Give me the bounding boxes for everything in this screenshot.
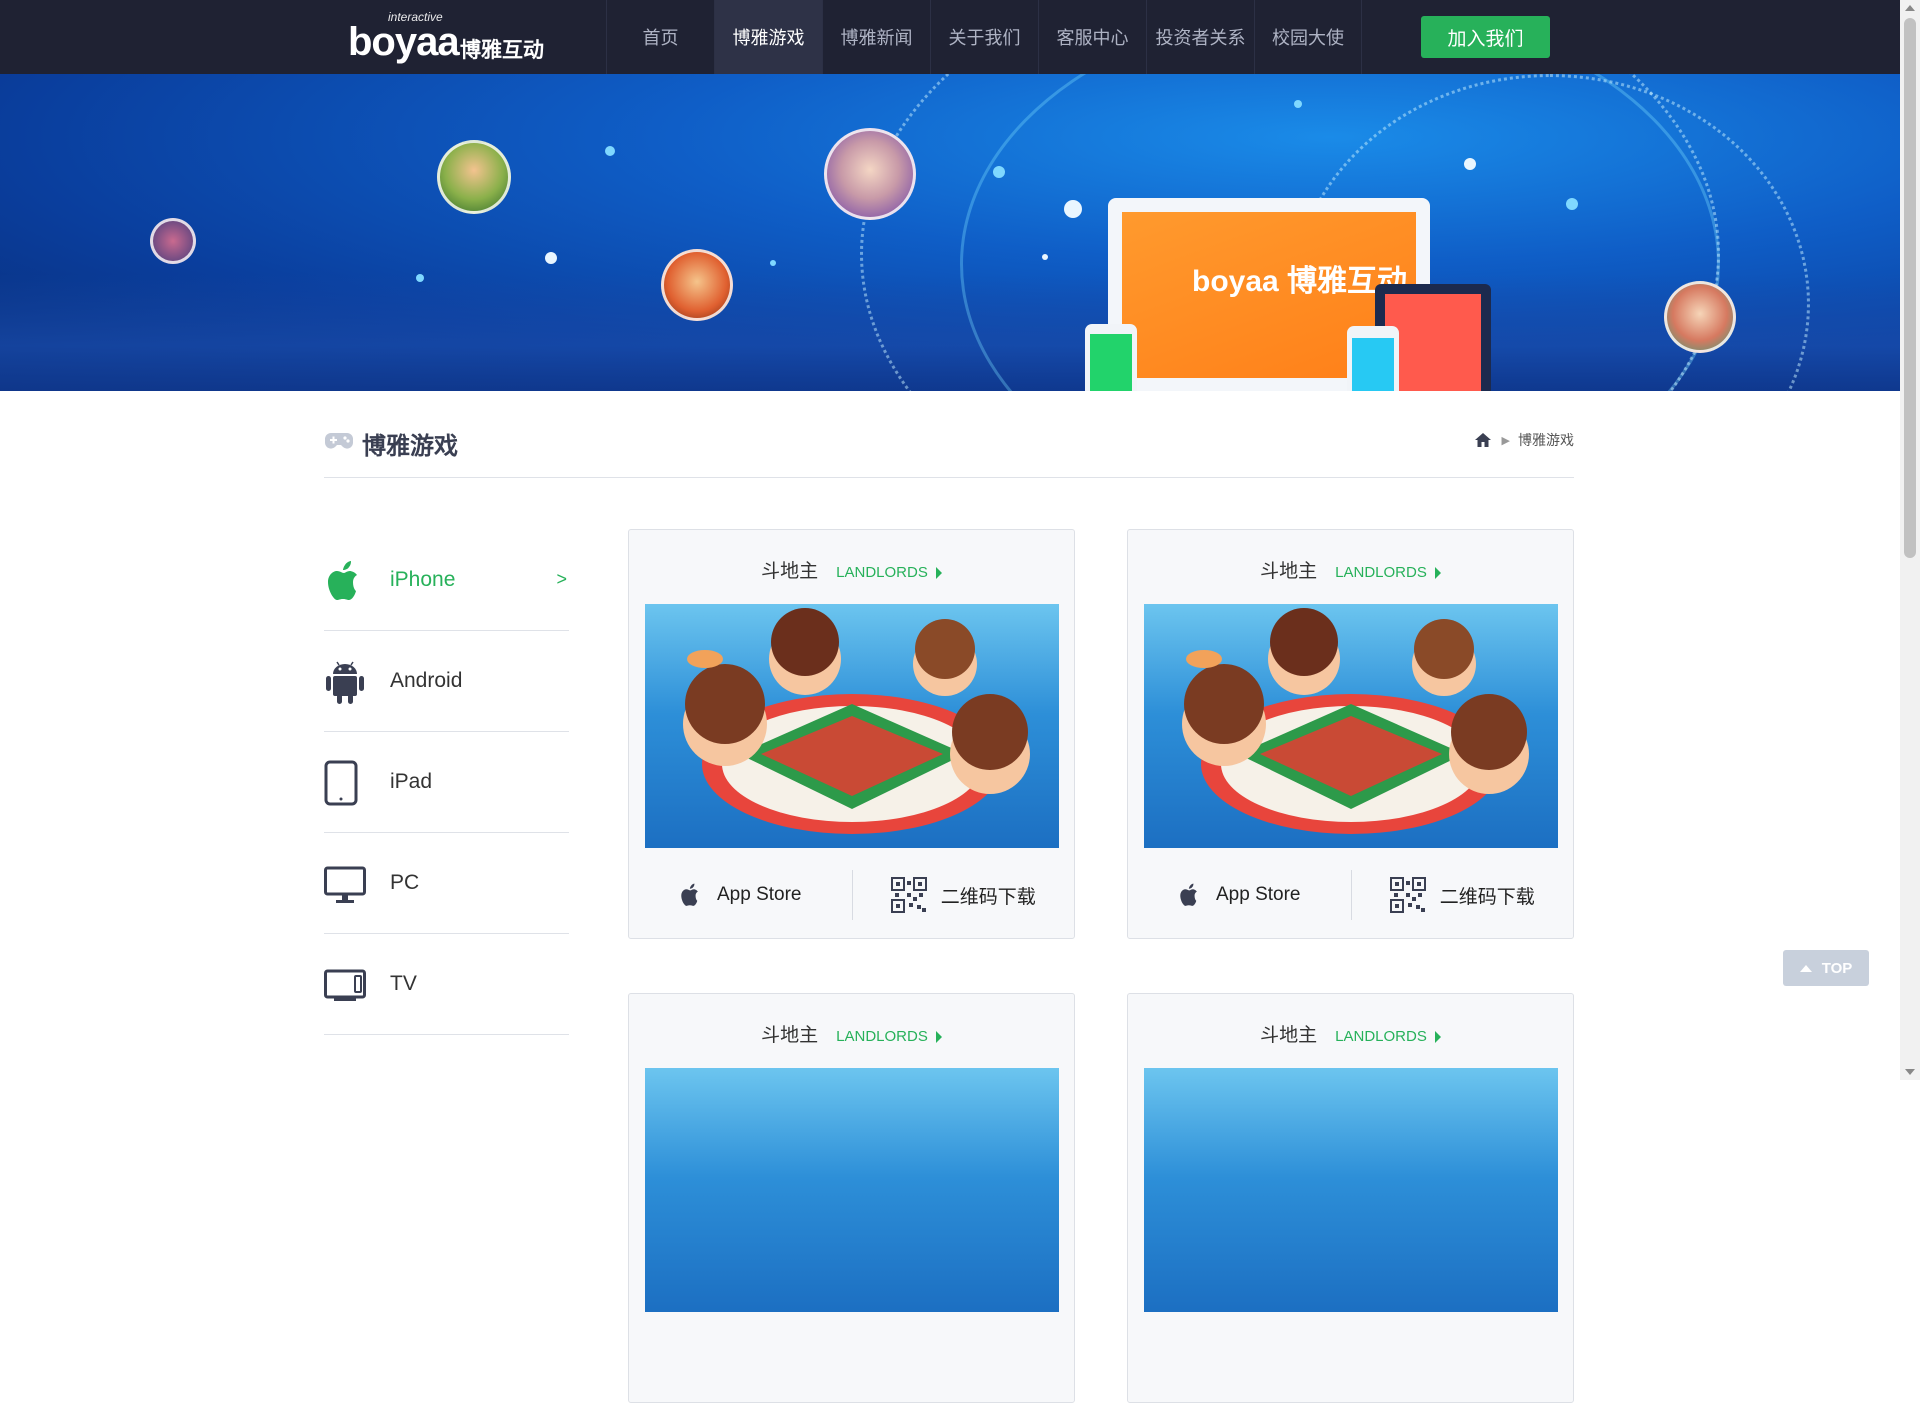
top-navbar: interactive boyaa 博雅互动 首页 博雅游戏 博雅新闻 关于我们… [0,0,1900,74]
banner-dot [1064,200,1082,218]
breadcrumb: ▶ 博雅游戏 [1474,430,1574,450]
scroll-down-arrow-icon[interactable] [1905,1069,1915,1075]
triangle-right-icon [1434,1031,1441,1044]
apple-icon [1180,883,1197,906]
game-title-cn: 斗地主 [1260,561,1318,582]
sidebar-item-label: iPad [390,770,433,793]
arrow-up-icon [1799,964,1812,972]
mahjong-pool-illustration [1182,608,1529,834]
join-us-button[interactable]: 加入我们 [1421,16,1550,58]
sidebar-item-label: Android [390,669,463,692]
apple-icon [328,561,357,600]
nav-item-about[interactable]: 关于我们 [930,0,1038,74]
nav-item-games[interactable]: 博雅游戏 [714,0,822,74]
game-character-avatar [661,249,733,321]
banner-android-phone-illustration [1085,324,1137,391]
game-character-avatar [824,128,916,220]
logo-wordmark: boyaa [348,20,460,64]
apple-icon [681,883,698,906]
qr-code-icon [890,877,927,913]
ipad-icon [324,760,358,806]
app-store-label: App Store [717,884,802,905]
qr-code-icon [1389,877,1426,913]
game-title-en-link[interactable]: LANDLORDS [836,564,942,581]
banner-dot [545,252,557,264]
game-title-en-link[interactable]: LANDLORDS [1335,564,1441,581]
game-title-cn: 斗地主 [761,1025,819,1046]
banner-dot [1464,158,1476,170]
scrollbar-thumb[interactable] [1904,18,1916,558]
back-to-top-label: TOP [1821,959,1853,977]
triangle-right-icon [935,567,942,580]
nav-item-campus[interactable]: 校园大使 [1254,0,1362,74]
tv-icon [324,969,366,1001]
banner-dot [1294,100,1302,108]
scroll-up-arrow-icon[interactable] [1905,5,1915,11]
platform-sidebar: iPhone > Android iPad PC TV [324,530,569,1035]
game-character-avatar [150,218,196,264]
sidebar-item-android[interactable]: Android [324,631,569,732]
banner-dot [605,146,615,156]
nav-item-home[interactable]: 首页 [606,0,714,74]
qr-download-label: 二维码下载 [1439,886,1535,908]
page-title: 博雅游戏 [362,433,458,460]
game-screenshot[interactable] [1144,1068,1558,1312]
game-screenshot[interactable] [645,1068,1059,1312]
breadcrumb-separator-icon: ▶ [1501,434,1510,447]
qr-download-button[interactable]: 二维码下载 [1350,870,1574,920]
banner-dot [770,260,776,266]
app-store-button[interactable]: App Store [1128,870,1351,920]
game-title-cn: 斗地主 [1260,1025,1318,1046]
app-store-label: App Store [1216,884,1301,905]
sidebar-item-label: TV [390,972,417,995]
page-scrollbar[interactable] [1900,0,1920,1080]
hero-banner: boyaa 博雅互动 [0,74,1900,391]
game-character-avatar [437,140,511,214]
banner-dot [1566,198,1578,210]
app-store-button[interactable]: App Store [629,870,852,920]
banner-iphone-illustration [1347,326,1399,391]
nav-item-news[interactable]: 博雅新闻 [822,0,930,74]
sidebar-item-iphone[interactable]: iPhone > [324,530,569,631]
triangle-right-icon [935,1031,942,1044]
qr-download-button[interactable]: 二维码下载 [851,870,1075,920]
triangle-right-icon [1434,567,1441,580]
page-header: 博雅游戏 ▶ 博雅游戏 [324,420,1574,478]
game-screenshot[interactable] [645,604,1059,848]
sidebar-item-pc[interactable]: PC [324,833,569,934]
nav-item-investors[interactable]: 投资者关系 [1146,0,1254,74]
sidebar-item-ipad[interactable]: iPad [324,732,569,833]
banner-dot [993,166,1005,178]
sidebar-item-tv[interactable]: TV [324,934,569,1035]
game-title-en-link[interactable]: LANDLORDS [836,1028,942,1045]
game-screenshot[interactable] [1144,604,1558,848]
game-title-cn: 斗地主 [761,561,819,582]
banner-dot [1042,254,1048,260]
sidebar-item-label: PC [390,871,420,894]
mahjong-pool-illustration [683,608,1030,834]
game-card: 斗地主 LANDLORDS App Store 二维码下载 [628,529,1075,939]
main-nav: 首页 博雅游戏 博雅新闻 关于我们 客服中心 投资者关系 校园大使 [606,0,1362,74]
game-card: 斗地主 LANDLORDS [628,993,1075,1403]
back-to-top-button[interactable]: TOP [1783,950,1869,986]
game-title-en-link[interactable]: LANDLORDS [1335,1028,1441,1045]
sidebar-item-label: iPhone [390,568,456,591]
android-icon [326,661,364,704]
logo-chinese-name: 博雅互动 [460,39,544,62]
qr-download-label: 二维码下载 [940,886,1036,908]
boyaa-logo[interactable]: interactive boyaa 博雅互动 [348,10,548,64]
game-card: 斗地主 LANDLORDS [1127,993,1574,1403]
monitor-icon [324,866,366,903]
gamepad-icon [325,433,353,449]
game-card: 斗地主 LANDLORDS App Store 二维码下载 [1127,529,1574,939]
nav-item-service[interactable]: 客服中心 [1038,0,1146,74]
game-character-avatar [1664,281,1736,353]
chevron-right-icon: > [556,569,567,589]
banner-dot [416,274,424,282]
breadcrumb-current: 博雅游戏 [1518,432,1574,448]
home-icon[interactable] [1474,431,1492,449]
